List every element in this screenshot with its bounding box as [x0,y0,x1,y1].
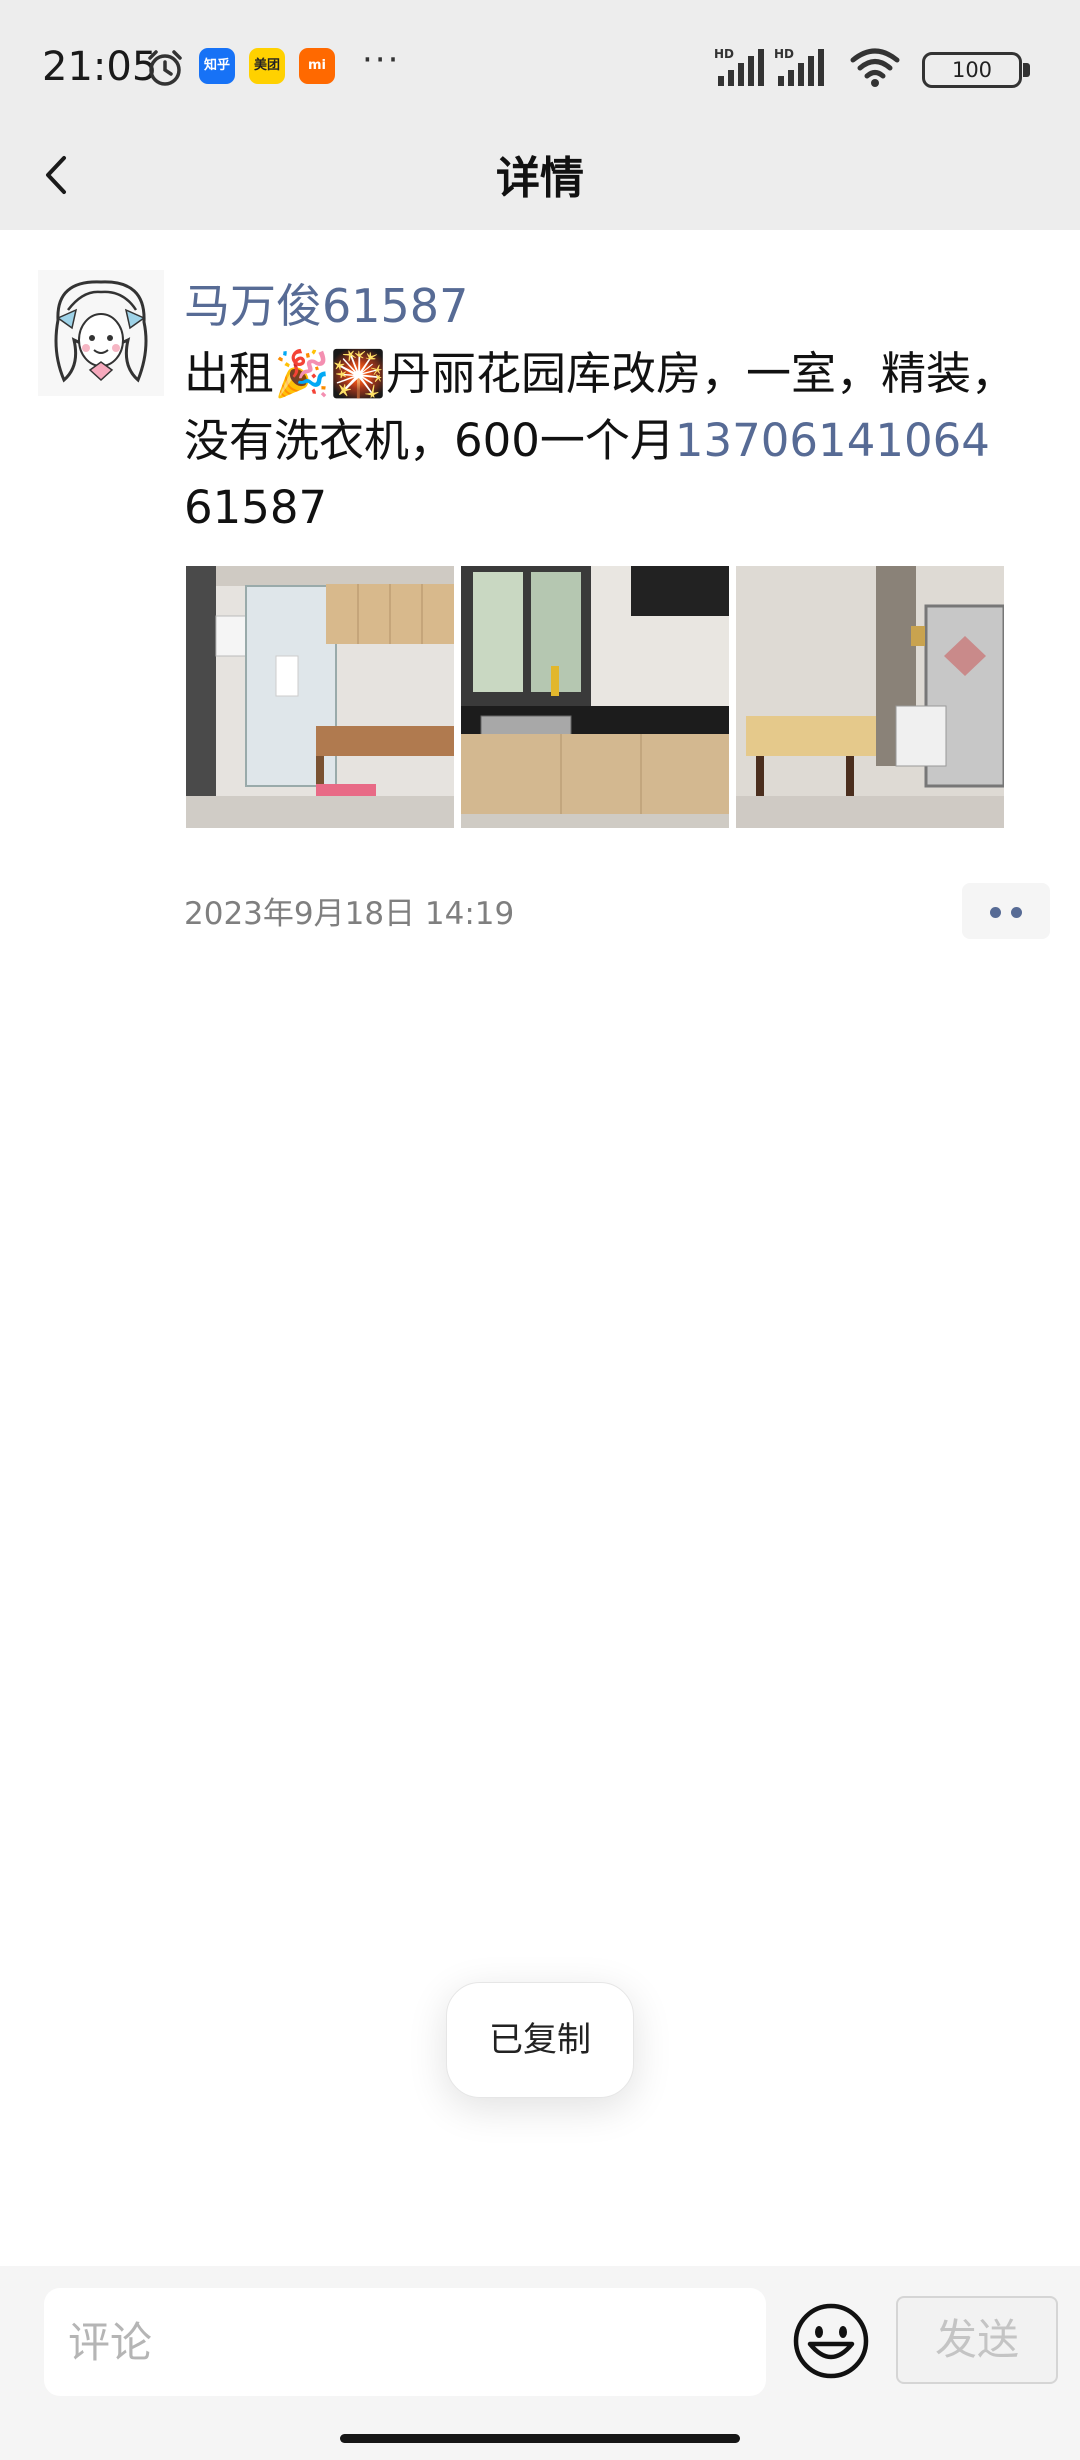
more-actions-button[interactable] [962,883,1050,939]
avatar-illustration [38,270,164,396]
author-name[interactable]: 马万俊61587 [184,270,468,336]
signal-icon: HD [714,47,764,86]
send-button[interactable]: 发送 [896,2296,1058,2384]
kitchen-photo[interactable] [461,566,729,828]
status-indicators: HD HD 100 [632,46,1032,88]
home-indicator[interactable] [340,2434,740,2443]
comment-input[interactable] [44,2288,766,2396]
more-notifications-icon: ··· [362,40,401,80]
hd-label: HD [714,47,734,61]
copied-toast: 已复制 [446,1982,634,2098]
post-text: 出租🎉🎇丹丽花园库改房，一室，精装，没有洗衣机，600一个月1370614106… [184,340,1044,541]
post-text-tail: 61587 [184,481,328,534]
mi-app-icon: mi [299,48,335,84]
comment-bar: 发送 [0,2266,1080,2460]
battery-icon: 100 [922,52,1032,88]
phone-link[interactable]: 13706141064 [675,414,990,467]
two-dots-icon-dot [1011,907,1022,918]
status-time: 21:05 [42,44,158,90]
two-dots-icon [990,907,1001,918]
battery-cap [1023,63,1030,77]
battery-level: 100 [922,52,1022,88]
nav-bar: 详情 [0,120,1080,230]
hd-label-2: HD [774,47,794,61]
avatar[interactable] [38,270,164,396]
status-bar: 21:05 知乎 美团 mi ··· HD HD 100 [0,0,1080,136]
photo-grid [184,566,1004,828]
smiley-icon[interactable] [792,2302,870,2380]
wifi-icon [850,48,900,87]
page-title: 详情 [496,153,584,204]
zhihu-app-icon: 知乎 [199,48,235,84]
dining-photo[interactable] [736,566,1004,828]
meituan-app-icon: 美团 [249,48,285,84]
alarm-icon [148,50,182,86]
bathroom-photo[interactable] [186,566,454,828]
signal-icon-2: HD [774,47,824,86]
post-timestamp: 2023年9月18日 14:19 [184,896,515,932]
